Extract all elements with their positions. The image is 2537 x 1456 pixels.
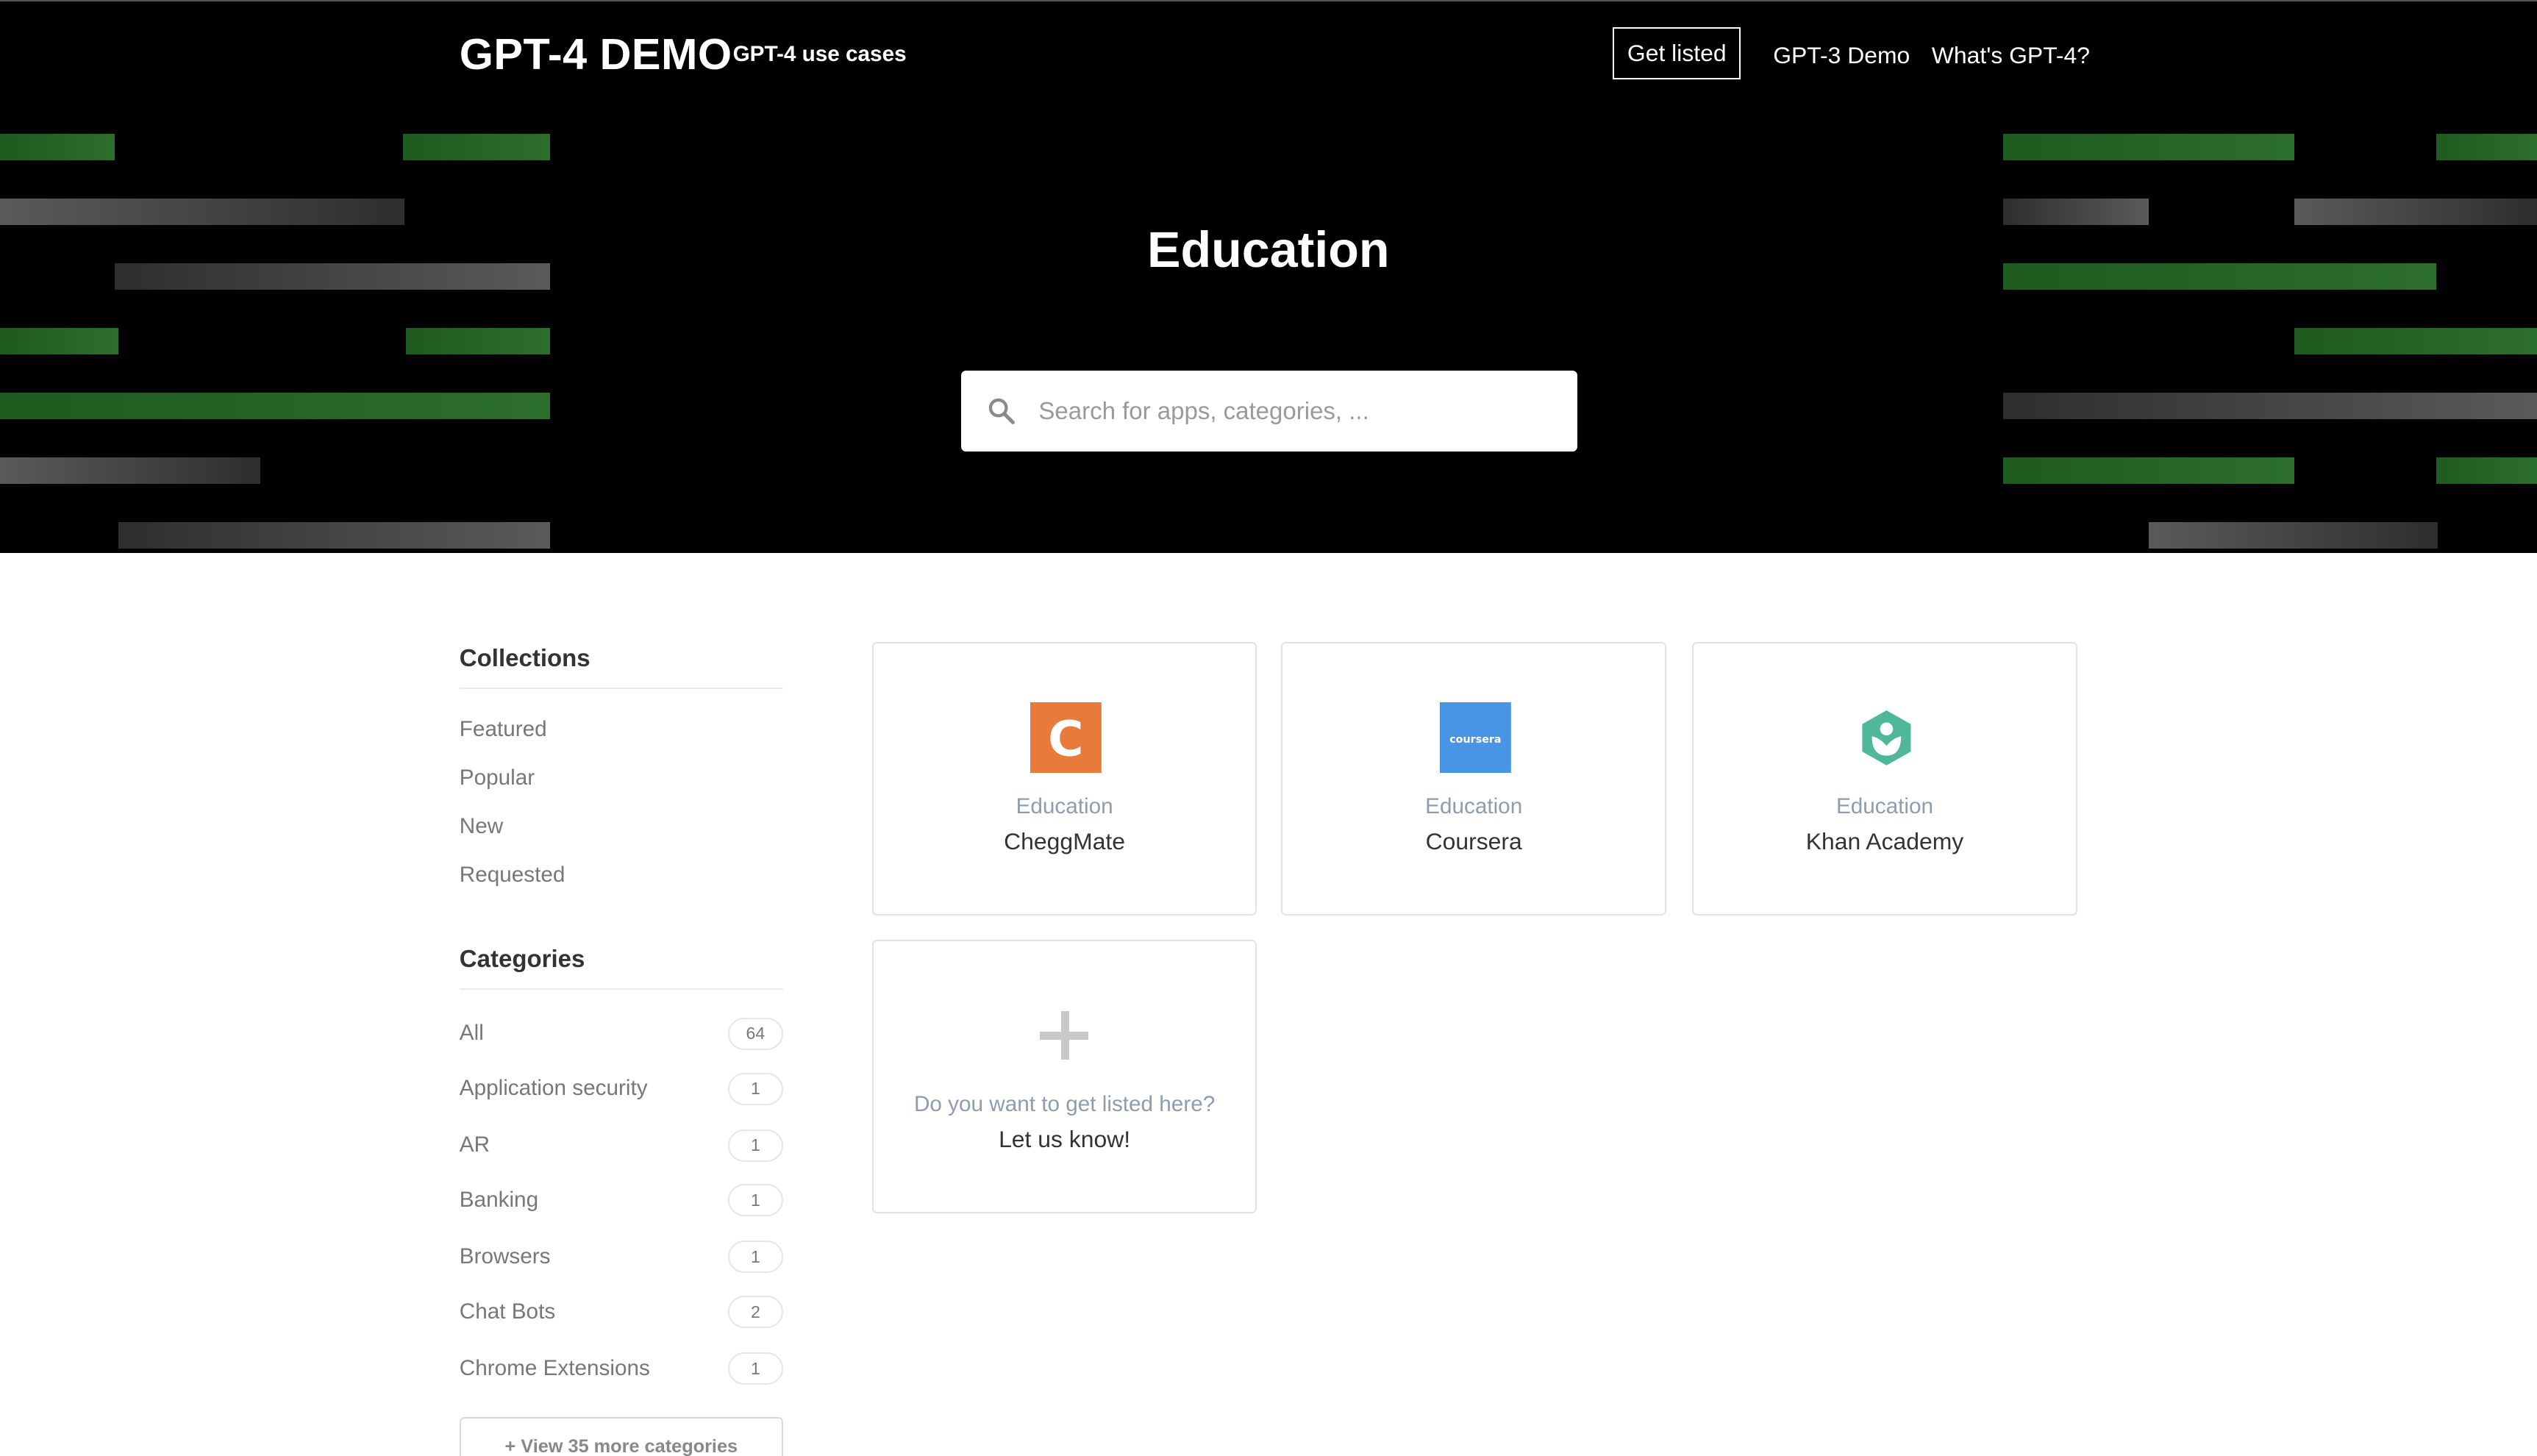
decor-stripe: [0, 393, 550, 419]
get-listed-button[interactable]: Get listed: [1613, 27, 1741, 79]
app-card-cheggmate[interactable]: C Education CheggMate: [871, 642, 1257, 916]
category-count-badge: 1: [728, 1129, 783, 1162]
category-count-badge: 64: [728, 1017, 783, 1050]
card-category: Education: [1016, 793, 1113, 818]
collection-link-featured[interactable]: Featured: [460, 717, 547, 742]
get-listed-action: Let us know!: [999, 1125, 1131, 1152]
category-item-chrome-extensions[interactable]: Chrome Extensions 1: [460, 1352, 783, 1385]
category-label: Application security: [459, 1075, 648, 1100]
decor-stripe: [402, 134, 550, 160]
category-label: Chat Bots: [459, 1299, 556, 1324]
category-label: Chrome Extensions: [459, 1355, 650, 1380]
decor-stripe: [0, 328, 118, 354]
plus-icon: [1040, 1010, 1089, 1060]
category-label: AR: [459, 1132, 490, 1157]
decor-stripe: [406, 328, 550, 354]
collections-heading: Collections: [459, 643, 590, 671]
decor-stripe: [2002, 134, 2294, 160]
app-card-coursera[interactable]: coursera Education Coursera: [1281, 642, 1666, 916]
coursera-logo-wordmark: coursera: [1449, 734, 1501, 746]
category-label: All: [459, 1021, 484, 1046]
collection-link-popular[interactable]: Popular: [460, 766, 535, 791]
category-count-badge: 1: [728, 1241, 783, 1274]
get-listed-card[interactable]: Do you want to get listed here? Let us k…: [871, 940, 1257, 1213]
card-title: Khan Academy: [1805, 828, 1964, 855]
search-box[interactable]: [960, 370, 1577, 452]
category-label: Browsers: [459, 1243, 551, 1268]
card-title: Coursera: [1425, 828, 1522, 855]
app-card-khan-academy[interactable]: Education Khan Academy: [1692, 642, 2077, 916]
decor-stripe: [2002, 457, 2294, 484]
collection-link-requested[interactable]: Requested: [460, 863, 565, 888]
site-tagline: GPT-4 use cases: [732, 42, 907, 66]
decor-stripe: [2148, 522, 2438, 549]
card-category: Education: [1425, 793, 1523, 818]
category-count-badge: 1: [728, 1072, 783, 1105]
site-logo[interactable]: GPT-4 DEMO: [460, 29, 732, 79]
category-count-badge: 2: [728, 1296, 783, 1329]
view-more-categories-button[interactable]: + View 35 more categories: [459, 1417, 783, 1456]
decor-stripe: [2436, 457, 2537, 484]
nav-link-whats-gpt4[interactable]: What's GPT-4?: [1932, 42, 2090, 69]
decor-stripe: [0, 134, 115, 160]
page: GPT-4 DEMO GPT-4 use cases Get listed GP…: [0, 0, 2537, 1456]
category-item-chat-bots[interactable]: Chat Bots 2: [459, 1296, 783, 1329]
decor-stripe: [2002, 393, 2537, 419]
search-icon: [988, 398, 1015, 424]
page-title: Education: [1147, 222, 1390, 279]
category-item-browsers[interactable]: Browsers 1: [459, 1241, 783, 1274]
divider: [459, 688, 783, 690]
coursera-logo: coursera: [1439, 702, 1511, 774]
khan-academy-logo: [1861, 710, 1910, 766]
category-item-application-security[interactable]: Application security 1: [459, 1072, 783, 1105]
decor-stripe: [118, 522, 550, 549]
category-count-badge: 1: [728, 1352, 783, 1385]
cheggmate-logo: C: [1030, 702, 1102, 774]
nav-link-gpt3-demo[interactable]: GPT-3 Demo: [1773, 42, 1910, 69]
collection-link-new[interactable]: New: [460, 814, 503, 839]
decor-stripe: [2294, 328, 2537, 354]
category-count-badge: 1: [728, 1184, 783, 1217]
hero-banner: GPT-4 DEMO GPT-4 use cases Get listed GP…: [0, 0, 2537, 554]
card-title: CheggMate: [1004, 828, 1126, 855]
category-item-ar[interactable]: AR 1: [459, 1129, 783, 1162]
get-listed-question: Do you want to get listed here?: [913, 1091, 1216, 1116]
search-input[interactable]: [1035, 395, 1527, 427]
categories-heading: Categories: [459, 944, 585, 972]
card-category: Education: [1835, 793, 1933, 818]
decor-stripe: [2436, 134, 2537, 160]
cheggmate-logo-letter: C: [1048, 710, 1083, 767]
decor-stripe: [0, 457, 261, 484]
divider: [459, 988, 783, 991]
category-label: Banking: [459, 1187, 539, 1212]
category-item-banking[interactable]: Banking 1: [459, 1184, 783, 1217]
category-item-all[interactable]: All 64: [459, 1017, 783, 1050]
